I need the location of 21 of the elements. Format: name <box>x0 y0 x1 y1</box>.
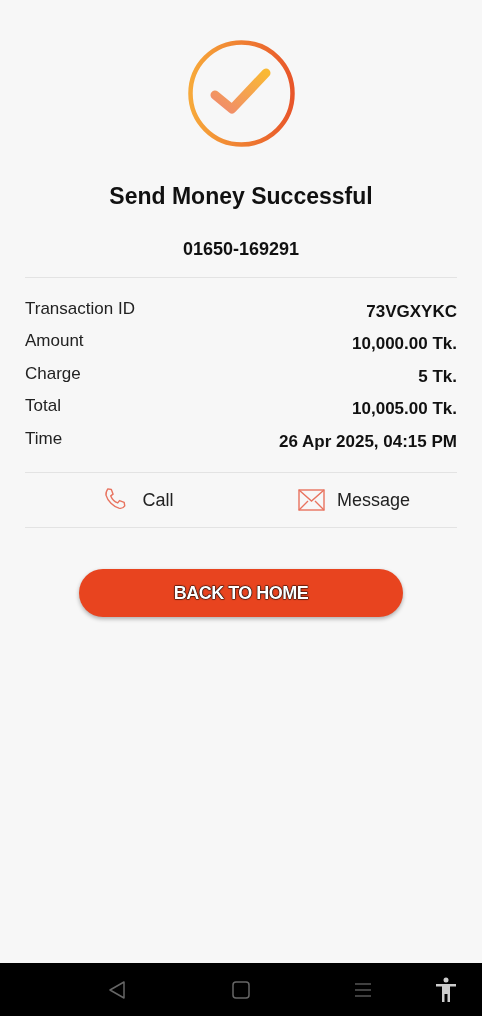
back-icon[interactable] <box>108 979 126 1000</box>
checkmark-icon <box>187 40 295 147</box>
action-link[interactable]: Call <box>142 486 174 514</box>
menu-icon[interactable] <box>354 980 372 999</box>
envelope-icon <box>297 489 325 511</box>
success-title: Send Money Successful <box>109 182 373 211</box>
home-icon[interactable] <box>232 980 250 999</box>
detail-label: Transaction ID <box>25 297 135 320</box>
detail-value: 5 Tk. <box>418 365 457 388</box>
detail-value: 26 Apr 2025, 04:15 PM <box>279 430 457 453</box>
detail-label: Time <box>25 427 63 450</box>
detail-label: Charge <box>25 362 81 385</box>
detail-label: Amount <box>25 330 84 352</box>
detail-value: 73VGXYKC <box>366 300 457 323</box>
accessibility-icon[interactable] <box>435 976 457 1003</box>
back-to-home-button[interactable]: BACK TO HOME <box>79 569 403 617</box>
action-link[interactable]: Message <box>336 486 410 514</box>
detail-value: 10,005.00 Tk. <box>352 398 457 420</box>
detail-value: 10,000.00 Tk. <box>352 333 457 355</box>
recipient-number: 01650-169291 <box>182 237 300 261</box>
detail-label: Total <box>25 395 61 417</box>
